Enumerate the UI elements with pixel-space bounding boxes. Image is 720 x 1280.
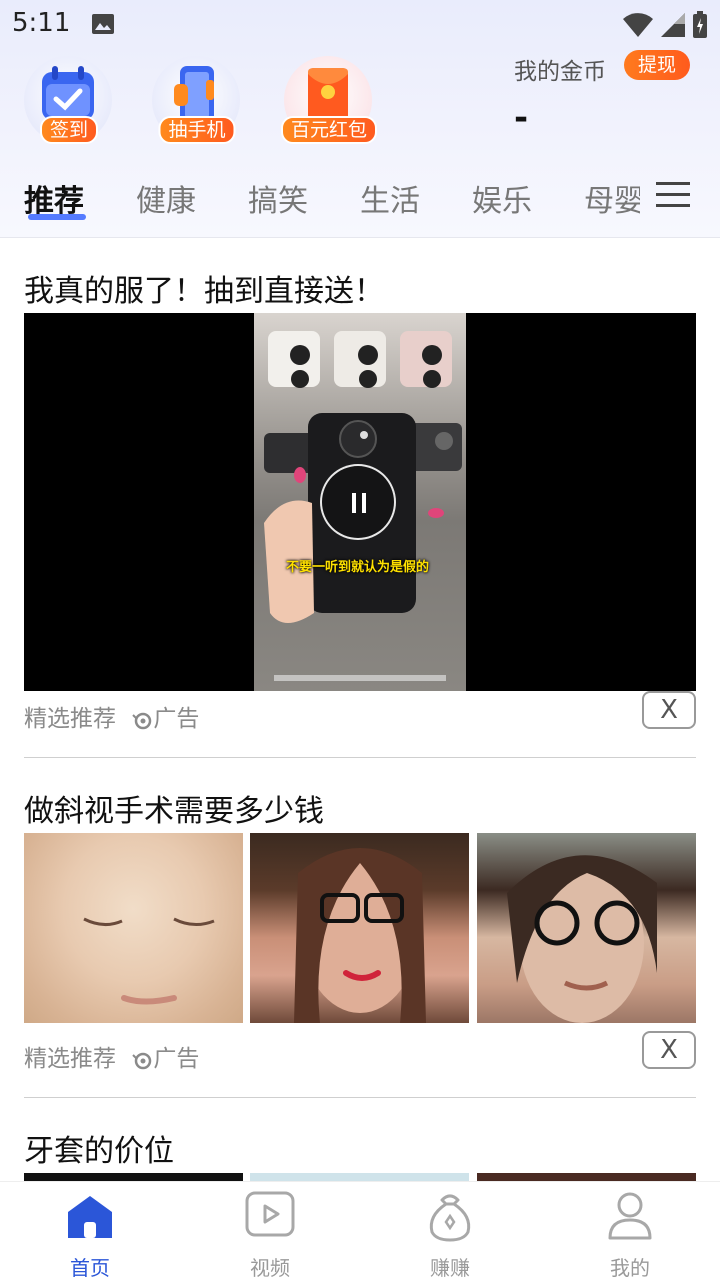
tab-health[interactable]: 健康 — [136, 176, 196, 220]
dismiss-ad-button[interactable]: X — [642, 691, 696, 729]
thumbnail-image[interactable] — [250, 833, 469, 1023]
my-coins-label: 我的金币 — [514, 59, 606, 85]
divider — [24, 757, 696, 758]
bottom-nav: 首页 视频 赚赚 我的 — [0, 1182, 720, 1280]
signal-icon — [661, 13, 685, 37]
card-title[interactable]: 牙套的价位 — [24, 1126, 174, 1170]
ad-mark-icon — [132, 1052, 152, 1069]
category-tabs: 推荐 健康 搞笑 生活 娱乐 母婴 — [0, 170, 640, 230]
tab-mother-baby[interactable]: 母婴 — [584, 176, 640, 220]
ad-mark-icon — [132, 712, 152, 729]
face-illustration — [83, 917, 215, 1005]
nav-home-label: 首页 — [70, 1256, 110, 1280]
nav-earn[interactable]: 赚赚 — [360, 1182, 540, 1280]
coins-value: - — [514, 98, 529, 138]
nav-profile[interactable]: 我的 — [540, 1182, 720, 1280]
source-label: 精选推荐 — [24, 1046, 116, 1072]
nav-video[interactable]: 视频 — [180, 1182, 360, 1280]
status-bar: 5:11 — [0, 0, 720, 50]
money-bag-icon — [429, 1194, 471, 1242]
thumbnail-image[interactable] — [24, 833, 243, 1023]
checkin-action[interactable]: 签到 — [24, 56, 114, 146]
source-label: 精选推荐 — [24, 706, 116, 732]
nav-profile-label: 我的 — [610, 1256, 650, 1280]
ad-label: 广告 — [153, 706, 200, 732]
draw-phone-label: 抽手机 — [158, 116, 236, 144]
user-icon — [608, 1192, 652, 1240]
draw-phone-action[interactable]: 抽手机 — [152, 56, 242, 146]
divider — [24, 1097, 696, 1098]
card-meta: 精选推荐 广告 — [24, 699, 199, 733]
withdraw-button[interactable]: 提现 — [624, 50, 691, 80]
card-title[interactable]: 我真的服了！抽到直接送！ — [24, 266, 384, 310]
pause-button[interactable] — [320, 464, 396, 540]
face-illustration — [294, 848, 426, 1023]
tab-funny[interactable]: 搞笑 — [248, 176, 308, 220]
status-time: 5:11 — [12, 8, 71, 38]
video-caption: 不要一听到就认为是假的 — [286, 560, 430, 575]
card-title[interactable]: 做斜视手术需要多少钱 — [24, 786, 324, 830]
tab-entertainment[interactable]: 娱乐 — [472, 176, 532, 220]
active-tab-indicator — [28, 214, 86, 220]
wifi-icon — [623, 13, 653, 37]
card-meta: 精选推荐 广告 — [24, 1039, 199, 1073]
video-play-icon — [245, 1191, 295, 1237]
checkin-label: 签到 — [39, 116, 99, 144]
menu-icon[interactable] — [656, 180, 690, 210]
red-envelope-action[interactable]: 百元红包 — [280, 56, 378, 146]
thumbnail-image[interactable] — [477, 833, 696, 1023]
ad-label: 广告 — [153, 1046, 200, 1072]
dismiss-ad-button[interactable]: X — [642, 1031, 696, 1069]
nav-earn-label: 赚赚 — [430, 1256, 470, 1280]
tab-life[interactable]: 生活 — [360, 176, 420, 220]
home-icon — [68, 1196, 112, 1238]
battery-icon — [693, 11, 707, 38]
image-notification-icon — [92, 14, 114, 34]
nav-home[interactable]: 首页 — [0, 1182, 180, 1280]
video-player[interactable]: 不要一听到就认为是假的 — [24, 313, 696, 691]
red-envelope-label: 百元红包 — [280, 116, 378, 144]
nav-video-label: 视频 — [250, 1256, 290, 1280]
face-illustration — [507, 855, 657, 1023]
header: 5:11 签到 抽手机 百元红包 我的金币 提现 - 推荐 健康 搞笑 生活 娱… — [0, 0, 720, 238]
status-icons — [622, 10, 708, 40]
